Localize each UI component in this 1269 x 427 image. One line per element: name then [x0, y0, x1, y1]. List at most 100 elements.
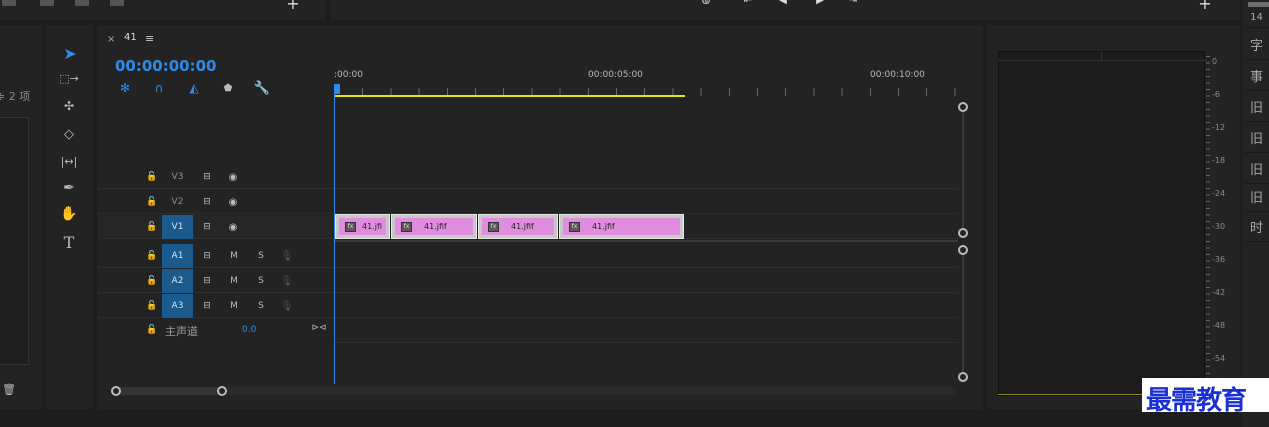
- horizontal-scrollbar-thumb[interactable]: [115, 387, 223, 395]
- mic-icon[interactable]: 🎙: [281, 299, 294, 313]
- right-tab[interactable]: 时: [1244, 212, 1269, 242]
- video-vertical-scrollbar[interactable]: [962, 106, 964, 234]
- clip[interactable]: fx 41.jfif: [478, 214, 558, 239]
- track-row-a3[interactable]: [334, 294, 958, 318]
- track-select-tool-icon[interactable]: ⬚→: [58, 69, 80, 87]
- mute-button[interactable]: M: [228, 300, 240, 312]
- nest-toggle-icon[interactable]: ✻: [117, 80, 133, 96]
- snap-icon[interactable]: ∩: [151, 80, 167, 96]
- tool-icon-c[interactable]: [75, 0, 89, 6]
- eye-icon[interactable]: ◉: [226, 221, 240, 233]
- clip[interactable]: fx 41.jfif: [391, 214, 477, 239]
- solo-button[interactable]: S: [255, 300, 267, 312]
- right-tab[interactable]: 14: [1244, 8, 1269, 28]
- pen-tool-icon[interactable]: ✒: [58, 179, 80, 197]
- playhead-line[interactable]: [334, 94, 335, 384]
- track-target-v2[interactable]: V2: [162, 190, 193, 214]
- scroll-handle-top[interactable]: [958, 245, 968, 255]
- lock-icon[interactable]: 🔓: [146, 250, 158, 262]
- master-goto-icon[interactable]: ⊳⊲: [311, 321, 326, 335]
- selection-tool-icon[interactable]: ➤: [60, 43, 80, 63]
- type-tool-icon[interactable]: T: [58, 232, 80, 252]
- right-tab[interactable]: 旧: [1244, 92, 1269, 122]
- sync-lock-icon[interactable]: ⊟: [200, 250, 214, 262]
- track-target-a2[interactable]: A2: [162, 269, 193, 293]
- track-target-v3[interactable]: V3: [162, 165, 193, 189]
- tool-icon-a[interactable]: [2, 0, 16, 6]
- program-panel-bottom: ◍ ⇤ ◀ ▶ ⇥ +: [330, 0, 1240, 20]
- sync-lock-icon[interactable]: ⊟: [200, 171, 214, 183]
- lock-icon[interactable]: 🔓: [146, 324, 158, 336]
- right-tab[interactable]: 旧: [1244, 123, 1269, 153]
- right-tab[interactable]: 字: [1244, 30, 1269, 60]
- step-forward-icon[interactable]: ⇥: [845, 0, 861, 6]
- sequence-tab[interactable]: 41: [124, 32, 137, 43]
- tool-icon-d[interactable]: [110, 0, 124, 6]
- track-row-a1[interactable]: [334, 244, 958, 268]
- clip[interactable]: fx 41.jfi: [335, 214, 390, 239]
- track-row-a2[interactable]: [334, 269, 958, 293]
- ripple-edit-tool-icon[interactable]: ✣: [58, 97, 80, 115]
- linked-selection-icon[interactable]: ◭: [186, 80, 202, 96]
- close-icon[interactable]: ×: [107, 34, 115, 45]
- project-bin-area[interactable]: [0, 117, 29, 365]
- track-target-a1[interactable]: A1: [162, 244, 193, 268]
- mute-button[interactable]: M: [228, 250, 240, 262]
- track-target-v1[interactable]: V1: [162, 215, 193, 239]
- track-row-v3[interactable]: [334, 165, 958, 189]
- lock-icon[interactable]: 🔓: [146, 221, 158, 233]
- track-row-v2[interactable]: [334, 190, 958, 214]
- playhead-timecode[interactable]: 00:00:00:00: [115, 57, 217, 75]
- lock-icon[interactable]: 🔓: [146, 171, 158, 183]
- track-header-master: 🔓 主声道 0.0 ⊳⊲: [98, 319, 334, 343]
- wrench-icon[interactable]: 🔧: [254, 80, 270, 96]
- hand-tool-icon[interactable]: ✋: [58, 205, 80, 223]
- clip[interactable]: fx 41.jfif: [559, 214, 684, 239]
- work-area-bar[interactable]: [334, 95, 685, 97]
- track-target-a3[interactable]: A3: [162, 294, 193, 318]
- sync-lock-icon[interactable]: ⊟: [200, 196, 214, 208]
- mute-button[interactable]: M: [228, 275, 240, 287]
- right-tab[interactable]: 事: [1244, 61, 1269, 91]
- zoom-handle-right[interactable]: [217, 386, 227, 396]
- lock-icon[interactable]: 🔓: [146, 300, 158, 312]
- lock-icon[interactable]: 🔓: [146, 275, 158, 287]
- scroll-handle-top[interactable]: [958, 102, 968, 112]
- sync-lock-icon[interactable]: ⊟: [200, 221, 214, 233]
- plus-icon[interactable]: +: [286, 0, 300, 13]
- playhead-handle[interactable]: [334, 84, 340, 94]
- razor-tool-icon[interactable]: ◇: [58, 125, 80, 143]
- add-marker-icon[interactable]: ⬟: [220, 80, 236, 96]
- eye-icon[interactable]: ◉: [226, 171, 240, 183]
- meter-scale-label: -42: [1212, 288, 1226, 297]
- solo-button[interactable]: S: [255, 250, 267, 262]
- scroll-handle-bottom[interactable]: [958, 372, 968, 382]
- horizontal-scrollbar-track[interactable]: [110, 387, 956, 395]
- video-audio-divider[interactable]: [334, 240, 958, 242]
- sync-lock-icon[interactable]: ⊟: [200, 300, 214, 312]
- tab-menu-icon[interactable]: ≡: [145, 32, 154, 45]
- eye-icon[interactable]: ◉: [226, 196, 240, 208]
- clip-name: 41.jfif: [511, 222, 534, 231]
- track-row-master[interactable]: [334, 319, 958, 343]
- tool-icon-b[interactable]: [40, 0, 54, 6]
- mic-icon[interactable]: 🎙: [281, 249, 294, 263]
- mic-icon[interactable]: 🎙: [281, 274, 294, 288]
- sync-lock-icon[interactable]: ⊟: [200, 275, 214, 287]
- master-volume[interactable]: 0.0: [242, 325, 256, 335]
- step-back-icon[interactable]: ⇤: [740, 0, 756, 6]
- play-reverse-icon[interactable]: ◀: [775, 0, 791, 6]
- marker-icon[interactable]: ◍: [698, 0, 714, 6]
- solo-button[interactable]: S: [255, 275, 267, 287]
- play-icon[interactable]: ▶: [812, 0, 828, 6]
- scroll-handle-bottom[interactable]: [958, 228, 968, 238]
- audio-vertical-scrollbar[interactable]: [962, 250, 964, 376]
- lock-icon[interactable]: 🔓: [146, 196, 158, 208]
- trash-icon[interactable]: 🗑: [2, 383, 16, 396]
- right-tab[interactable]: 旧: [1244, 154, 1269, 184]
- zoom-handle-left[interactable]: [111, 386, 121, 396]
- plus-icon[interactable]: +: [1198, 0, 1212, 13]
- right-tab[interactable]: 旧: [1244, 182, 1269, 212]
- time-ruler[interactable]: :00:00 00:00:05:00 00:00:10:00: [334, 66, 958, 98]
- slip-tool-icon[interactable]: |↔|: [57, 152, 81, 170]
